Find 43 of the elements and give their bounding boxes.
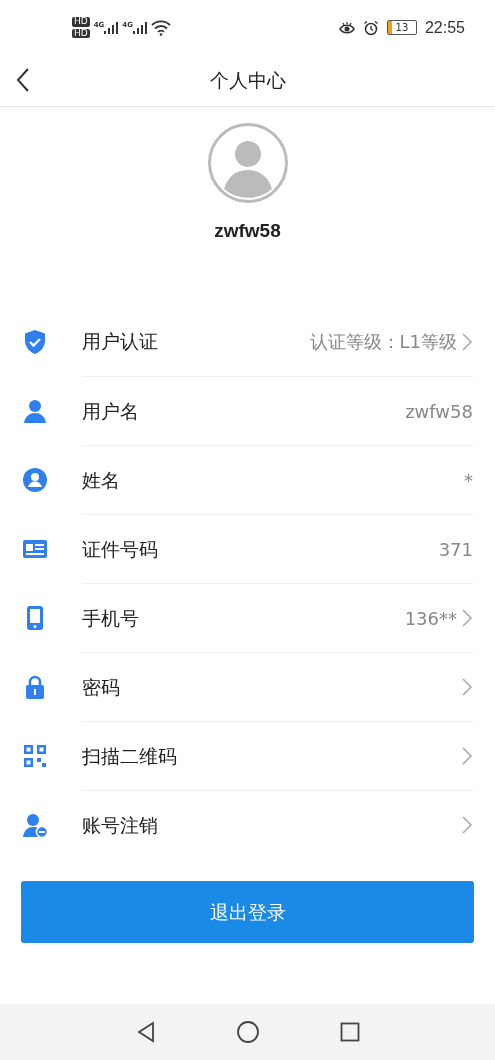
menu-row[interactable]: 证件号码 371: [22, 514, 495, 583]
row-label: 用户认证: [82, 329, 158, 355]
alarm-icon: [362, 19, 379, 36]
row-value: 136**: [404, 606, 457, 631]
avatar-icon: [207, 123, 288, 203]
person-icon: [22, 398, 48, 424]
menu-row[interactable]: 用户认证 认证等级：L1等级: [22, 307, 495, 376]
menu-row[interactable]: 用户名 zwfw58: [22, 376, 495, 445]
signal-icon: [132, 21, 147, 34]
row-value: 371: [438, 537, 473, 562]
person-minus-icon: [22, 812, 48, 838]
row-label: 扫描二维码: [82, 743, 177, 769]
logout-button[interactable]: 退出登录: [21, 881, 474, 943]
signal-icon: [104, 21, 119, 34]
row-label: 密码: [82, 674, 120, 700]
back-nav-icon[interactable]: [135, 1021, 156, 1043]
row-value: 认证等级：L1等级: [309, 330, 457, 354]
back-icon: [16, 67, 30, 93]
person-circle-icon: [22, 467, 48, 493]
qr-code-icon: [22, 743, 48, 769]
home-nav-icon[interactable]: [235, 1020, 260, 1044]
row-value: zwfw58: [405, 399, 473, 424]
menu-row[interactable]: 账号注销: [22, 790, 495, 859]
row-value: *: [464, 468, 473, 493]
page-title: 个人中心: [209, 68, 286, 94]
row-label: 手机号: [82, 605, 139, 631]
recents-nav-icon[interactable]: [339, 1022, 360, 1042]
battery-percent: 13: [395, 22, 409, 33]
status-time: 22:55: [424, 17, 465, 38]
sim-label: HD: [72, 28, 90, 39]
menu-row[interactable]: 手机号 136**: [22, 583, 495, 652]
wifi-icon: [150, 19, 171, 36]
menu-row[interactable]: 姓名 *: [22, 445, 495, 514]
sim-label: HD: [72, 16, 90, 27]
shield-check-icon: [22, 328, 48, 355]
row-label: 账号注销: [82, 812, 158, 838]
menu-row[interactable]: 扫描二维码: [22, 721, 495, 790]
row-label: 用户名: [82, 398, 139, 424]
eye-icon: [338, 20, 355, 35]
username: zwfw58: [214, 219, 281, 243]
row-label: 姓名: [82, 467, 120, 493]
row-label: 证件号码: [82, 536, 158, 562]
menu-row[interactable]: 密码: [22, 652, 495, 721]
